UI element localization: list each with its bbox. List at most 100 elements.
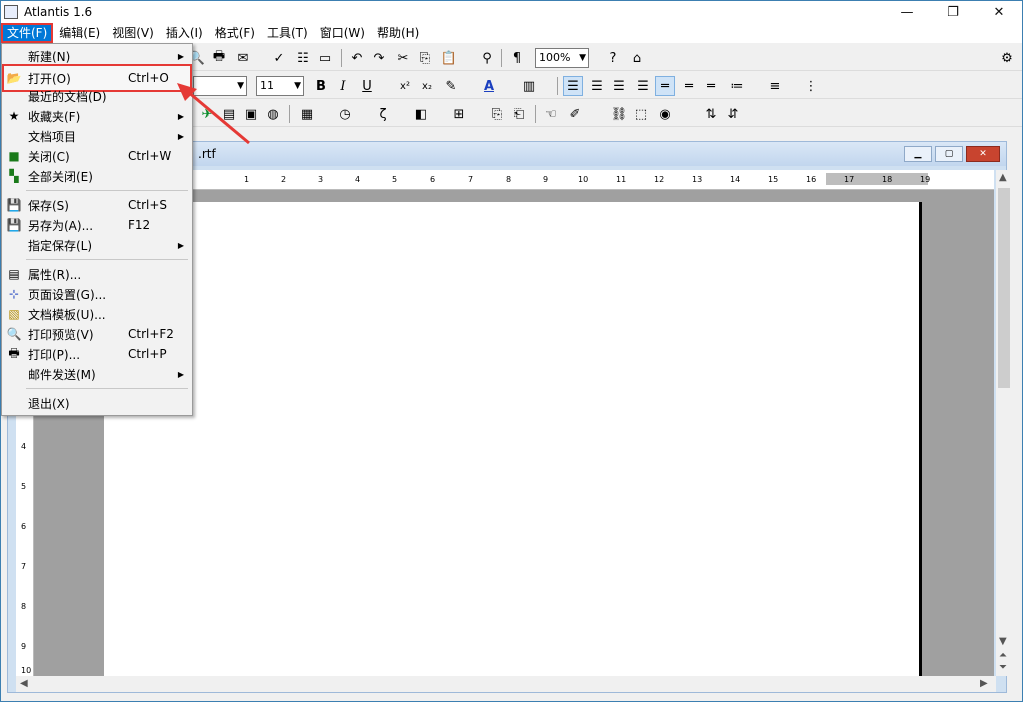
menu-item-print[interactable]: 🖶 打印(P)... Ctrl+P — [2, 344, 192, 364]
style-icon[interactable]: ◉ — [655, 104, 675, 124]
menu-tools[interactable]: 工具(T) — [261, 23, 314, 43]
scroll-left-icon[interactable]: ◀ — [20, 678, 28, 689]
show-formatting-icon[interactable]: ¶ — [507, 48, 527, 68]
menu-item-send-mail[interactable]: 邮件发送(M) ▶ — [2, 364, 192, 384]
tools-icon[interactable]: ✈ — [197, 104, 217, 124]
favorites-icon: ★ — [8, 109, 20, 123]
scroll-up-icon[interactable]: ▲ — [999, 172, 1007, 183]
line-spacing-single-icon[interactable]: ═ — [655, 76, 675, 96]
menu-item-save-as[interactable]: 💾 另存为(A)... F12 — [2, 215, 192, 235]
doc-close-button[interactable]: ✕ — [966, 146, 1000, 162]
menu-item-close-all[interactable]: ▚ 全部关闭(E) — [2, 166, 192, 186]
doc-restore-button[interactable]: ▢ — [935, 146, 963, 162]
insert-symbol-icon[interactable]: ζ — [373, 104, 393, 124]
vertical-scrollbar[interactable]: ▲ ▼ ⏶ ⏷ — [996, 170, 1012, 676]
italic-button[interactable]: I — [333, 76, 353, 96]
spellcheck-icon[interactable]: ✓ — [269, 48, 289, 68]
line-spacing-double-icon[interactable]: ═ — [701, 76, 721, 96]
align-center-icon[interactable]: ☰ — [587, 76, 607, 96]
numbering-icon[interactable]: ≡ — [765, 76, 785, 96]
prev-page-icon[interactable]: ⏶ — [999, 650, 1007, 661]
menu-file[interactable]: 文件(F) — [1, 23, 54, 43]
font-color-icon[interactable]: A — [479, 76, 499, 96]
globe-icon[interactable]: ◍ — [263, 104, 283, 124]
next-page-icon[interactable]: ⏷ — [999, 662, 1007, 673]
insert-frame-icon[interactable]: ⊞ — [449, 104, 469, 124]
menu-item-properties[interactable]: ▤ 属性(R)... — [2, 264, 192, 284]
cut-icon[interactable]: ✂ — [393, 48, 413, 68]
font-size-select[interactable]: 11 ▼ — [256, 76, 304, 96]
superscript-button[interactable]: x² — [395, 76, 415, 96]
menu-item-close[interactable]: ■ 关闭(C) Ctrl+W — [2, 146, 192, 166]
options-icon[interactable]: ⚙ — [997, 48, 1017, 68]
menu-item-new[interactable]: 新建(N) ▶ — [2, 46, 192, 66]
scroll-down-icon[interactable]: ▼ — [999, 636, 1007, 647]
menu-bar: 文件(F) 编辑(E) 视图(V) 插入(I) 格式(F) 工具(T) 窗口(W… — [1, 23, 1022, 43]
sort-desc-icon[interactable]: ⇵ — [723, 104, 743, 124]
insert-object-icon[interactable]: ◧ — [411, 104, 431, 124]
scroll-right-icon[interactable]: ▶ — [980, 678, 988, 689]
ruler-tick: 8 — [506, 175, 512, 184]
columns-icon[interactable]: ▥ — [519, 76, 539, 96]
hand-icon[interactable]: ☜ — [541, 104, 561, 124]
menu-view[interactable]: 视图(V) — [106, 23, 160, 43]
underline-button[interactable]: U — [357, 76, 377, 96]
menu-item-doc-project[interactable]: 文档项目 ▶ — [2, 126, 192, 146]
subscript-button[interactable]: x₂ — [417, 76, 437, 96]
horizontal-scrollbar[interactable]: ◀ ▶ — [16, 676, 996, 692]
find-icon[interactable]: ⚲ — [477, 48, 497, 68]
menu-format[interactable]: 格式(F) — [209, 23, 261, 43]
menu-help[interactable]: 帮助(H) — [371, 23, 425, 43]
select-icon[interactable]: ⬚ — [631, 104, 651, 124]
menu-item-save-specified[interactable]: 指定保存(L) ▶ — [2, 235, 192, 255]
sort-asc-icon[interactable]: ⇅ — [701, 104, 721, 124]
copy-icon[interactable]: ⎘ — [415, 48, 435, 68]
menu-item-favorites[interactable]: ★ 收藏夹(F) ▶ — [2, 106, 192, 126]
line-spacing-1-5-icon[interactable]: ═ — [679, 76, 699, 96]
redo-icon[interactable]: ↷ — [369, 48, 389, 68]
zoom-select[interactable]: 100% ▼ — [535, 48, 589, 68]
menu-item-recent[interactable]: 最近的文档(D) — [2, 86, 192, 106]
image-icon[interactable]: ▣ — [241, 104, 261, 124]
section-icon[interactable]: ⎘ — [487, 104, 507, 124]
page-icon[interactable]: ▤ — [219, 104, 239, 124]
bullets-icon[interactable]: ≔ — [727, 76, 747, 96]
brush-icon[interactable]: ✐ — [565, 104, 585, 124]
thesaurus-icon[interactable]: ☷ — [293, 48, 313, 68]
menu-insert[interactable]: 插入(I) — [160, 23, 209, 43]
bold-button[interactable]: B — [311, 76, 331, 96]
font-name-select[interactable]: ▼ — [193, 76, 247, 96]
close-button[interactable]: ✕ — [976, 1, 1022, 23]
justify-icon[interactable]: ☰ — [633, 76, 653, 96]
menu-item-save[interactable]: 💾 保存(S) Ctrl+S — [2, 195, 192, 215]
help-icon[interactable]: ? — [603, 48, 623, 68]
menu-edit[interactable]: 编辑(E) — [53, 23, 106, 43]
ruler-tick: 11 — [616, 175, 627, 184]
paste-icon[interactable]: 📋 — [439, 48, 459, 68]
link-icon[interactable]: ⛓ — [609, 104, 629, 124]
align-right-icon[interactable]: ☰ — [609, 76, 629, 96]
outline-icon[interactable]: ⋮ — [801, 76, 821, 96]
menu-item-exit[interactable]: 退出(X) — [2, 393, 192, 413]
minimize-button[interactable]: — — [884, 1, 930, 23]
maximize-button[interactable]: ❐ — [930, 1, 976, 23]
menu-item-template[interactable]: ▧ 文档模板(U)... — [2, 304, 192, 324]
printer-icon[interactable]: 🖶 — [209, 48, 229, 68]
menu-window[interactable]: 窗口(W) — [314, 23, 371, 43]
highlight-icon[interactable]: ✎ — [441, 76, 461, 96]
word-count-icon[interactable]: ▭ — [315, 48, 335, 68]
email-icon[interactable]: ✉ — [233, 48, 253, 68]
page-break-icon[interactable]: ⎗ — [509, 104, 529, 124]
home-icon[interactable]: ⌂ — [627, 48, 647, 68]
undo-icon[interactable]: ↶ — [347, 48, 367, 68]
align-left-icon[interactable]: ☰ — [563, 76, 583, 96]
insert-datetime-icon[interactable]: ◷ — [335, 104, 355, 124]
menu-item-print-preview[interactable]: 🔍 打印预览(V) Ctrl+F2 — [2, 324, 192, 344]
doc-minimize-button[interactable]: ▁ — [904, 146, 932, 162]
close-doc-icon: ■ — [8, 149, 20, 163]
document-page[interactable] — [104, 202, 922, 692]
insert-table-icon[interactable]: ▦ — [297, 104, 317, 124]
menu-item-page-setup[interactable]: ⊹ 页面设置(G)... — [2, 284, 192, 304]
vertical-scroll-thumb[interactable] — [998, 188, 1010, 388]
submenu-arrow-icon: ▶ — [177, 369, 184, 379]
